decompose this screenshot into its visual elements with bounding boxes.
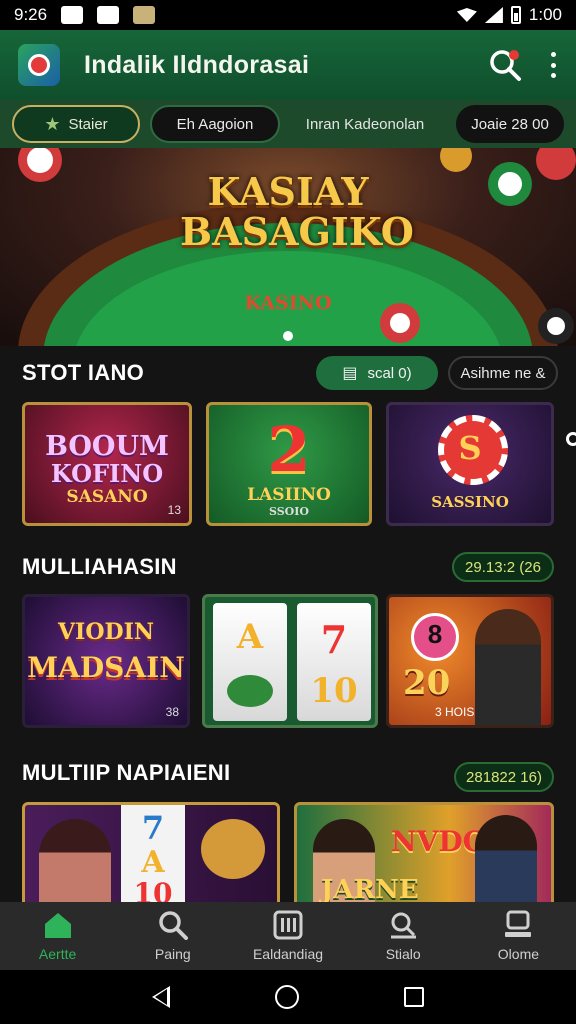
filter-tab-chip[interactable]: Eh Aagoion [150,105,280,143]
recent-apps-icon[interactable] [403,987,424,1007]
game-card-title: NVDO [391,825,487,858]
banner-table-logo: KASINO [244,292,332,314]
game-card[interactable]: S SASSINO [386,402,554,526]
building-icon [273,910,303,940]
section-slots-see-all-button[interactable]: Asihme ne & [448,356,558,390]
section-slots-filter-button[interactable]: ▤ scal 0) [316,356,438,390]
slot-symbol-7: 7 [141,809,165,847]
home-icon [44,913,71,938]
banner-title-line1: KASIAY [207,169,369,214]
game-card-caption: SSOIO [269,505,309,518]
bottom-nav: Aertte Paing Ealdandiag Stialo Olome [0,902,576,970]
game-card-caption: SASANO [66,487,148,507]
game-card-title: VIODIN [57,619,154,645]
signal-icon [484,7,503,23]
section-title-slots: STOT IANO [22,360,145,385]
game-card-title: 8 [427,619,443,649]
status-bar: 9:26 1:00 [0,0,576,30]
game-card[interactable]: 8 20 3 HOISIO [386,594,554,728]
section-slots-filter-label: scal 0) [367,364,412,382]
nav-item-building[interactable]: Ealdandiag [230,902,345,970]
game-card[interactable]: VIODIN MADSAIN 38 [22,594,190,728]
filter-start-label: Staier [68,115,108,133]
monitor-icon [505,910,532,937]
game-card[interactable]: 7 A 10 [22,802,280,914]
lion-icon [201,819,265,879]
game-card-subtitle: KOFINO [50,459,164,488]
nav-label-search: Paing [154,946,191,962]
game-card[interactable]: 2 LASIINO SSOIO [206,402,372,526]
nav-label-monitor: Olome [497,946,540,962]
banner-title: KASIAY BASAGIKO [180,169,414,254]
game-card-tag: 13 [167,503,181,517]
nav-item-monitor[interactable]: Olome [461,902,576,970]
section-title-multip: MULTIIP NAPIAIENI [22,760,231,785]
filter-score-chip[interactable]: Joaie 28 00 [456,105,564,143]
battery-icon [510,6,521,24]
image-notification-icon [97,6,120,24]
game-card-subtitle: LASIINO [247,485,331,505]
game-card[interactable]: BOOUM KOFINO SASANO 13 [22,402,192,526]
game-card[interactable]: NVDO JARNE [294,802,554,914]
game-card-subtitle: MADSAIN [27,651,185,684]
home-circle-icon[interactable] [274,985,299,1009]
status-clock: 1:00 [528,5,562,24]
more-vert-icon[interactable] [548,52,558,78]
section-title-multi: MULLIAHASIN [22,554,177,579]
queen-avatar [39,819,111,911]
game-card-tag: 38 [165,705,179,719]
nav-item-search[interactable]: Paing [115,902,230,970]
star-icon: ★ [44,113,61,134]
nav-label-stats: Stialo [385,946,421,962]
search-icon[interactable] [488,48,522,82]
player-avatar-man [475,815,537,911]
dealer-avatar [475,609,541,725]
slot-symbol-7: 7 [320,617,348,662]
wifi-icon [456,8,477,22]
scroll-indicator-icon [566,432,576,446]
game-card-title: BOOUM [45,431,169,462]
frog-icon [227,675,273,707]
stats-icon [391,912,417,939]
notification-icon [61,6,84,24]
slot-symbol-a: A [141,845,165,880]
app-title: Indalik Ildndorasai [84,50,310,79]
game-card-subtitle: 20 [403,663,451,703]
filter-row: ★ Staier Eh Aagoion Inran Kadeonolan Joa… [0,100,576,148]
slot-symbol-10: 10 [310,671,358,711]
search-icon [159,911,188,940]
filter-icon: ▤ [342,365,358,382]
back-icon[interactable] [152,986,171,1008]
filter-start-chip[interactable]: ★ Staier [12,105,140,143]
nav-item-stats[interactable]: Stialo [346,902,461,970]
filter-plain-chip[interactable]: Inran Kadeonolan [290,105,440,143]
section-multip-score-badge[interactable]: 281822 16) [454,762,554,792]
casino-die-icon[interactable] [18,44,60,86]
status-time: 9:26 [14,5,48,24]
game-card-title: 2 [267,413,311,486]
nav-label-home: Aertte [38,946,77,962]
hero-banner[interactable]: KASIAY BASAGIKO KASINO [0,148,576,346]
app-notification-icon [133,6,156,24]
game-card-subtitle: JARNE [321,875,419,905]
nav-item-home[interactable]: Aertte [0,902,115,970]
system-nav-bar [0,970,576,1024]
slot-symbol-a: A [236,617,264,657]
section-multi-score-badge[interactable]: 29.13:2 (26 [452,552,554,582]
game-card[interactable]: A 7 10 [202,594,378,728]
app-bar: Indalik Ildndorasai [0,30,576,100]
banner-title-line2: BASAGIKO [180,209,414,254]
nav-label-building: Ealdandiag [252,946,324,962]
game-card-title: S [458,429,482,467]
game-card-subtitle: SASSINO [431,493,509,511]
